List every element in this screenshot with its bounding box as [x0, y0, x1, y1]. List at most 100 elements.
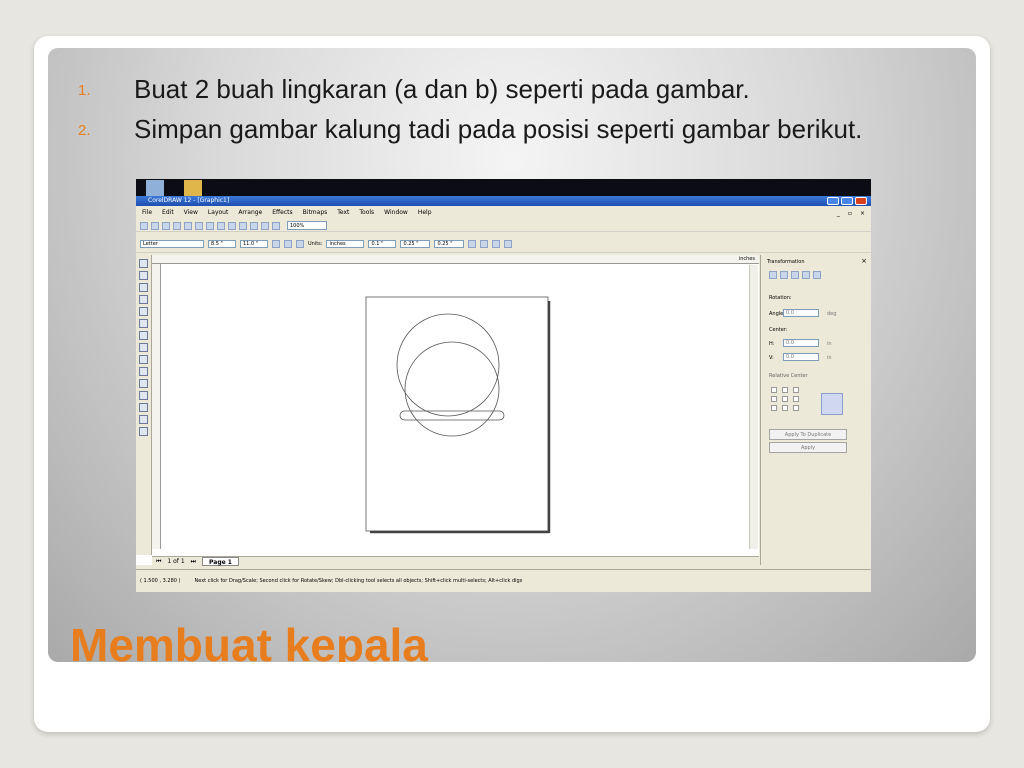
anchor-grid — [771, 387, 801, 411]
grid-icon[interactable] — [480, 239, 489, 248]
snap-icon[interactable] — [468, 239, 477, 248]
open-icon[interactable] — [151, 221, 159, 230]
menu-item-edit[interactable]: Edit — [162, 207, 174, 218]
page-count: 1 of 1 — [167, 558, 185, 565]
h-unit: in — [827, 341, 832, 347]
fill-tool-icon[interactable] — [139, 415, 148, 424]
menu-item-layout[interactable]: Layout — [208, 207, 228, 218]
menu-item-text[interactable]: Text — [337, 207, 349, 218]
page-tab[interactable]: Page 1 — [202, 557, 239, 566]
skew-icon[interactable] — [813, 271, 821, 279]
folder-icon — [184, 180, 202, 196]
menu-item-help[interactable]: Help — [418, 207, 432, 218]
position-icon[interactable] — [769, 271, 777, 279]
apply-to-duplicate-button[interactable]: Apply To Duplicate — [769, 429, 847, 440]
anchor-checkbox[interactable] — [771, 405, 777, 411]
anchor-checkbox[interactable] — [782, 405, 788, 411]
standard-toolbar: 100% — [136, 220, 871, 232]
drawing-canvas[interactable] — [162, 265, 752, 549]
undo-icon[interactable] — [217, 221, 225, 230]
menu-item-file[interactable]: File — [142, 207, 152, 218]
cut-icon[interactable] — [184, 221, 192, 230]
landscape-icon[interactable] — [284, 239, 292, 248]
first-page-icon[interactable]: ⏮ — [156, 557, 161, 566]
maximize-button[interactable] — [841, 197, 853, 205]
pick-tool-icon[interactable] — [139, 259, 148, 268]
anchor-checkbox[interactable] — [782, 387, 788, 393]
shape-tool-icon[interactable] — [139, 271, 148, 280]
duplicate-y-field[interactable]: 0.25 " — [434, 239, 465, 248]
h-label: H: — [769, 341, 775, 347]
v-unit: in — [827, 355, 832, 361]
nudge-field[interactable]: 0.1 " — [368, 239, 397, 248]
basic-shapes-tool-icon[interactable] — [139, 355, 148, 364]
anchor-checkbox[interactable] — [771, 396, 777, 402]
all-pages-icon[interactable] — [296, 239, 304, 248]
guides-icon[interactable] — [492, 239, 501, 248]
recycle-bin-icon — [146, 180, 164, 196]
page-height-field[interactable]: 11.0 " — [240, 239, 268, 248]
bullet-list: 1. Buat 2 buah lingkaran (a dan b) seper… — [78, 72, 958, 152]
menu-item-view[interactable]: View — [184, 207, 198, 218]
page-border — [365, 296, 549, 532]
zoom-tool-icon[interactable] — [139, 283, 148, 292]
mdi-close-icon[interactable]: × — [860, 208, 865, 219]
h-field[interactable]: 0.0 — [783, 339, 819, 347]
slide-title: Membuat kepala — [70, 619, 428, 662]
slide-panel: 1. Buat 2 buah lingkaran (a dan b) seper… — [48, 48, 976, 662]
vertical-scrollbar[interactable] — [749, 265, 758, 549]
interactive-fill-tool-icon[interactable] — [139, 427, 148, 436]
menu-item-effects[interactable]: Effects — [272, 207, 292, 218]
rectangle-tool-icon[interactable] — [139, 319, 148, 328]
import-icon[interactable] — [239, 221, 247, 230]
menu-item-bitmaps[interactable]: Bitmaps — [303, 207, 328, 218]
duplicate-x-field[interactable]: 0.25 " — [400, 239, 431, 248]
smart-fill-tool-icon[interactable] — [139, 307, 148, 316]
menu-item-window[interactable]: Window — [384, 207, 408, 218]
eyedropper-tool-icon[interactable] — [139, 391, 148, 400]
save-icon[interactable] — [162, 221, 170, 230]
objects-icon[interactable] — [504, 239, 513, 248]
page-width-field[interactable]: 8.5 " — [208, 239, 236, 248]
anchor-checkbox[interactable] — [793, 387, 799, 393]
corel-online-icon[interactable] — [272, 221, 280, 230]
anchor-checkbox[interactable] — [793, 405, 799, 411]
center-label: Center: — [769, 327, 788, 333]
anchor-checkbox[interactable] — [782, 396, 788, 402]
launcher-icon[interactable] — [261, 221, 269, 230]
zoom-select[interactable]: 100% — [287, 221, 327, 230]
freehand-tool-icon[interactable] — [139, 295, 148, 304]
outline-tool-icon[interactable] — [139, 403, 148, 412]
coreldraw-screenshot: CorelDRAW 12 - [Graphic1] File Edit View… — [136, 179, 871, 592]
scale-icon[interactable] — [791, 271, 799, 279]
export-icon[interactable] — [250, 221, 258, 230]
copy-icon[interactable] — [195, 221, 203, 230]
anchor-checkbox[interactable] — [771, 387, 777, 393]
interactive-tool-icon[interactable] — [139, 379, 148, 388]
redo-icon[interactable] — [228, 221, 236, 230]
angle-field[interactable]: 0.0 — [783, 309, 819, 317]
menu-item-tools[interactable]: Tools — [359, 207, 374, 218]
print-icon[interactable] — [173, 221, 181, 230]
size-icon[interactable] — [802, 271, 810, 279]
last-page-icon[interactable]: ⏭ — [191, 557, 196, 566]
mdi-minimize-icon[interactable]: _ — [837, 208, 840, 219]
ellipse-tool-icon[interactable] — [139, 331, 148, 340]
mdi-restore-icon[interactable]: ▫ — [848, 208, 852, 219]
polygon-tool-icon[interactable] — [139, 343, 148, 352]
minimize-button[interactable] — [827, 197, 839, 205]
units-select[interactable]: inches — [326, 239, 365, 248]
relative-center-checkbox[interactable]: Relative Center — [769, 373, 808, 379]
paper-type-select[interactable]: Letter — [140, 239, 204, 248]
rotate-icon[interactable] — [780, 271, 788, 279]
paste-icon[interactable] — [206, 221, 214, 230]
text-tool-icon[interactable] — [139, 367, 148, 376]
portrait-icon[interactable] — [272, 239, 280, 248]
close-button[interactable] — [855, 197, 867, 205]
apply-button[interactable]: Apply — [769, 442, 847, 453]
new-icon[interactable] — [140, 221, 148, 230]
v-field[interactable]: 0.0 — [783, 353, 819, 361]
menu-item-arrange[interactable]: Arrange — [238, 207, 262, 218]
docker-close-icon[interactable]: × — [861, 257, 867, 265]
anchor-checkbox[interactable] — [793, 396, 799, 402]
